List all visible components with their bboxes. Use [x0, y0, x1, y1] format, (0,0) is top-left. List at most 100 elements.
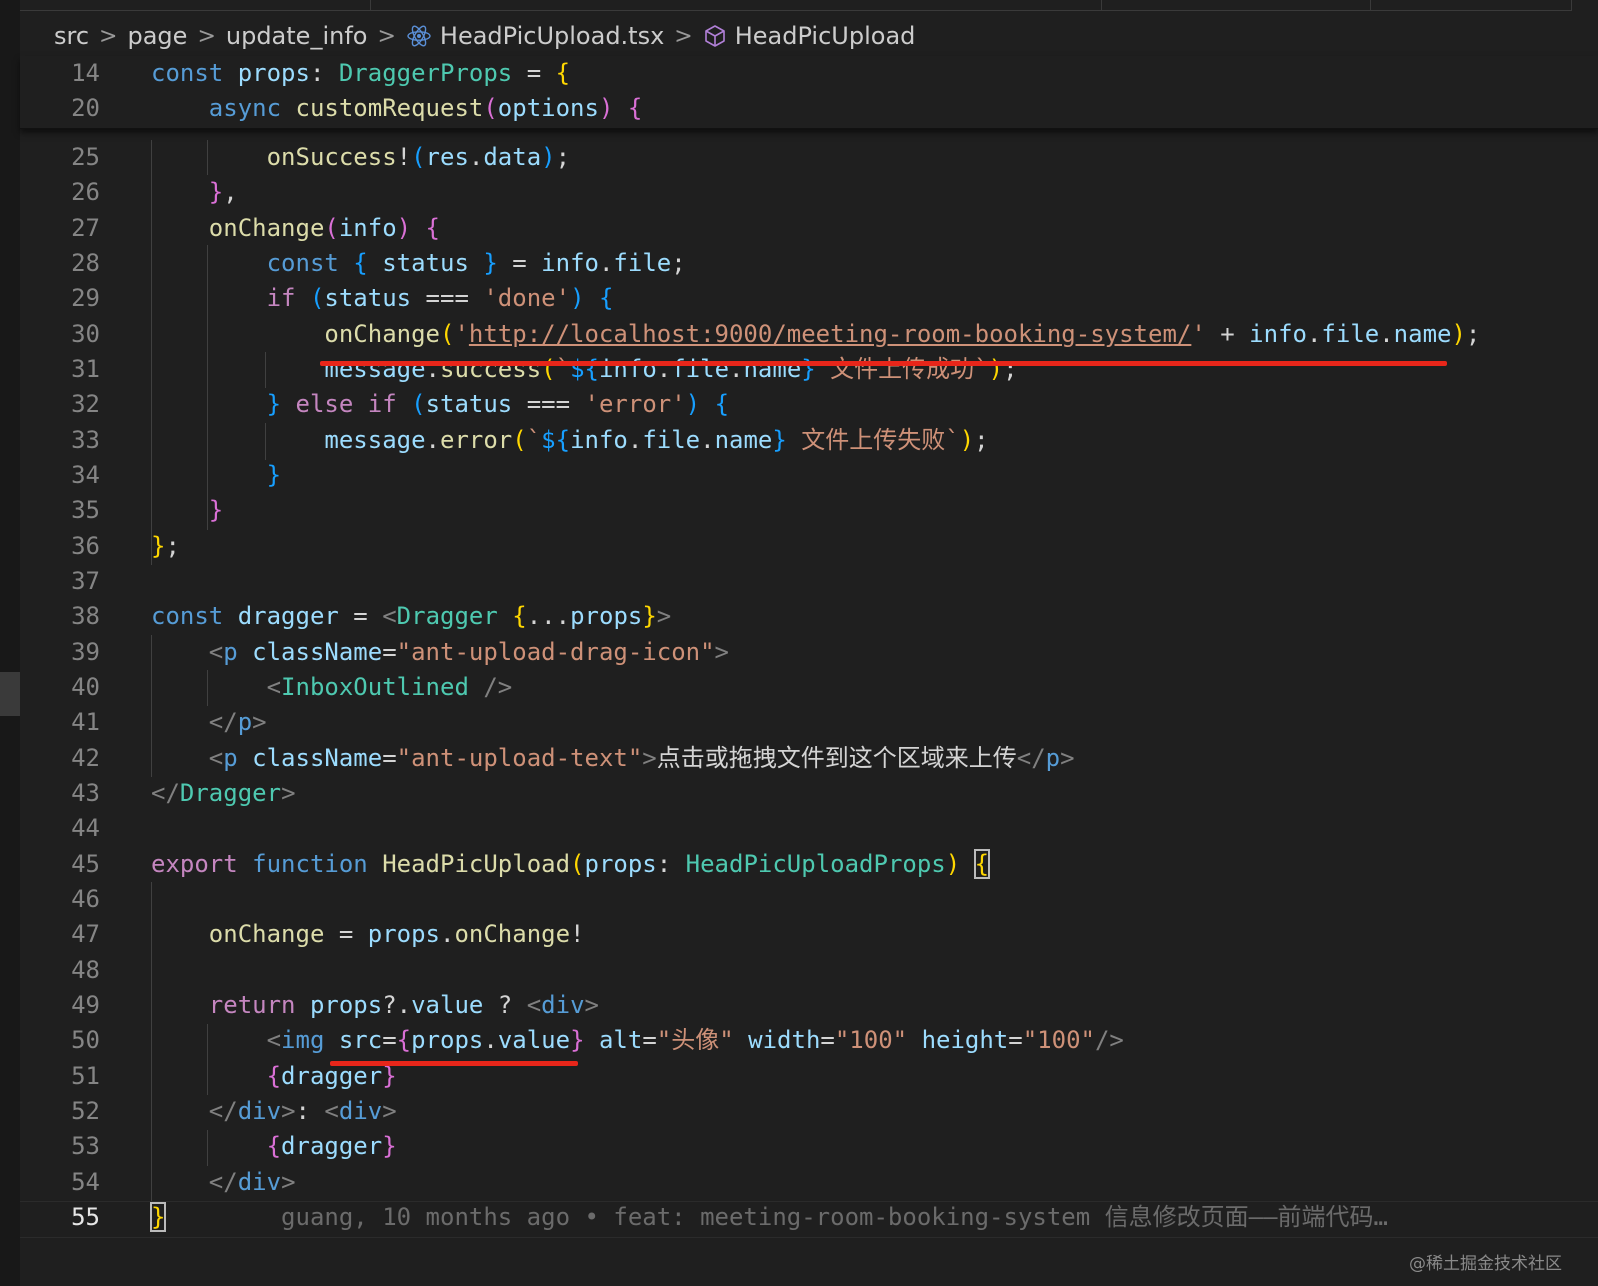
code-line[interactable]: 55} guang, 10 months ago • feat: meeting… [20, 1200, 1598, 1235]
code-text[interactable]: <p className="ant-upload-drag-icon"> [151, 635, 729, 670]
code-text[interactable]: </Dragger> [151, 776, 296, 811]
code-text[interactable]: onChange(info) { [151, 211, 440, 246]
code-line[interactable]: 43 </Dragger> [20, 776, 1598, 811]
code-token: ) [685, 390, 701, 418]
code-text[interactable]: } else if (status === 'error') { [151, 387, 729, 422]
code-text[interactable]: onSuccess!(res.data); [151, 140, 570, 175]
code-token: ( [541, 355, 556, 383]
code-line[interactable]: 46 [20, 882, 1598, 917]
code-line[interactable]: 38 const dragger = <Dragger {...props}> [20, 599, 1598, 634]
code-token: ! [396, 143, 412, 171]
code-line[interactable]: 42 <p className="ant-upload-text">点击或拖拽文… [20, 741, 1598, 776]
code-text[interactable]: </p> [151, 705, 267, 740]
code-line[interactable]: 30 onChange('http://localhost:9000/meeti… [20, 317, 1598, 352]
code-token: message [324, 426, 426, 454]
code-line[interactable]: 32 } else if (status === 'error') { [20, 387, 1598, 422]
code-text[interactable]: const dragger = <Dragger {...props}> [151, 599, 671, 634]
code-text[interactable]: onChange('http://localhost:9000/meeting-… [151, 317, 1480, 352]
code-line[interactable]: 47 onChange = props.onChange! [20, 917, 1598, 952]
indent-guide [207, 140, 208, 175]
code-token: > [714, 638, 729, 666]
code-line[interactable]: 37 [20, 564, 1598, 599]
code-text[interactable]: }, [151, 175, 238, 210]
code-line[interactable]: 14 const props: DraggerProps = { [20, 56, 1598, 91]
code-text[interactable]: return props?.value ? <div> [151, 988, 599, 1023]
code-text[interactable]: message.success(`${info.file.name} 文件上传成… [151, 352, 1017, 387]
code-text[interactable]: } guang, 10 months ago • feat: meeting-r… [149, 1200, 1388, 1235]
code-text[interactable]: const props: DraggerProps = { [151, 56, 570, 91]
code-token: "ant-upload-text" [396, 744, 643, 772]
code-token: : [295, 1097, 325, 1125]
code-line[interactable]: 33 message.error(`${info.file.name} 文件上传… [20, 423, 1598, 458]
sticky-scroll-header[interactable]: 14 const props: DraggerProps = {20 async … [20, 56, 1598, 129]
code-line[interactable]: 25 onSuccess!(res.data); [20, 140, 1598, 175]
code-token: name [743, 355, 802, 383]
code-token: "100" [1022, 1026, 1095, 1054]
code-line[interactable]: 36}; [20, 529, 1598, 564]
code-line[interactable]: 27 onChange(info) { [20, 211, 1598, 246]
code-token: HeadPicUploadProps [685, 850, 946, 878]
code-text[interactable]: const { status } = info.file; [151, 246, 686, 281]
code-text[interactable]: {dragger} [151, 1129, 397, 1164]
code-token: } [801, 355, 816, 383]
code-text[interactable]: <img src={props.value} alt="头像" width="1… [151, 1023, 1124, 1058]
code-line[interactable]: 29 if (status === 'done') { [20, 281, 1598, 316]
code-token: ) [945, 850, 961, 878]
code-line[interactable]: 45 export function HeadPicUpload(props: H… [20, 847, 1598, 882]
code-token: props [309, 991, 383, 1019]
code-line[interactable]: 49 return props?.value ? <div> [20, 988, 1598, 1023]
code-text[interactable]: } [151, 458, 281, 493]
code-token: res [425, 143, 469, 171]
breadcrumb-item-update-info[interactable]: update_info [226, 22, 368, 50]
code-token: { [714, 390, 730, 418]
code-token: </ [1016, 744, 1046, 772]
code-text[interactable]: <InboxOutlined /> [151, 670, 513, 705]
code-line[interactable]: 52 </div>: <div> [20, 1094, 1598, 1129]
breadcrumb-item-page[interactable]: page [127, 22, 187, 50]
code-text[interactable]: </div> [151, 1165, 296, 1200]
code-text[interactable]: } [151, 493, 223, 528]
code-line[interactable]: 51 {dragger} [20, 1059, 1598, 1094]
code-line[interactable]: 20 async customRequest(options) { [20, 91, 1598, 126]
code-token: > [252, 708, 267, 736]
code-line[interactable]: 39 <p className="ant-upload-drag-icon"> [20, 635, 1598, 670]
code-line[interactable]: 40 <InboxOutlined /> [20, 670, 1598, 705]
code-line[interactable]: 35 } [20, 493, 1598, 528]
code-token: ' [1191, 320, 1206, 348]
code-line[interactable]: 44 [20, 811, 1598, 846]
line-number: 32 [71, 390, 100, 418]
code-text[interactable]: message.error(`${info.file.name} 文件上传失败`… [151, 423, 988, 458]
code-line[interactable]: 50 <img src={props.value} alt="头像" width… [20, 1023, 1598, 1058]
code-token: } [208, 178, 224, 206]
code-line[interactable]: 41 </p> [20, 705, 1598, 740]
code-line[interactable]: 28 const { status } = info.file; [20, 246, 1598, 281]
line-number: 50 [71, 1026, 100, 1054]
breadcrumb-item-file[interactable]: HeadPicUpload.tsx [440, 22, 664, 50]
breadcrumb-item-symbol[interactable]: HeadPicUpload [735, 22, 916, 50]
line-number: 37 [71, 567, 100, 595]
code-token: } [266, 390, 282, 418]
code-text[interactable]: }; [151, 529, 180, 564]
breadcrumb-item-src[interactable]: src [54, 22, 89, 50]
code-text[interactable]: onChange = props.onChange! [151, 917, 585, 952]
code-line[interactable]: 53 {dragger} [20, 1129, 1598, 1164]
code-line[interactable]: 31 message.success(`${info.file.name} 文件… [20, 352, 1598, 387]
code-text[interactable]: </div>: <div> [151, 1094, 397, 1129]
code-token: dragger [237, 602, 339, 630]
code-text[interactable]: export function HeadPicUpload(props: Hea… [151, 847, 991, 882]
code-line[interactable]: 26 }, [20, 175, 1598, 210]
code-line[interactable]: 48 [20, 953, 1598, 988]
code-line[interactable]: 54 </div> [20, 1165, 1598, 1200]
code-text[interactable]: <p className="ant-upload-text">点击或拖拽文件到这… [151, 741, 1075, 776]
code-line[interactable]: 34 } [20, 458, 1598, 493]
code-token: ' [454, 320, 469, 348]
code-text[interactable]: async customRequest(options) { [151, 91, 643, 126]
code-text[interactable]: if (status === 'done') { [151, 281, 614, 316]
